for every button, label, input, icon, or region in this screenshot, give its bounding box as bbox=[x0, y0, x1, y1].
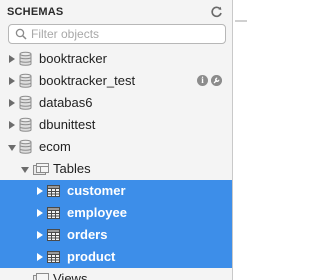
wrench-icon[interactable] bbox=[211, 75, 222, 86]
expand-arrow-icon[interactable] bbox=[9, 121, 15, 129]
schema-item-databas6[interactable]: databas6 bbox=[0, 92, 232, 114]
schemas-panel: SCHEMAS booktracker booktracker_test i bbox=[0, 0, 232, 280]
database-icon bbox=[19, 95, 32, 110]
expand-arrow-icon[interactable] bbox=[9, 99, 15, 107]
views-folder-icon bbox=[33, 273, 49, 280]
table-icon bbox=[47, 251, 60, 263]
database-icon bbox=[19, 73, 32, 88]
collapse-arrow-icon[interactable] bbox=[21, 167, 29, 173]
expand-arrow-icon[interactable] bbox=[9, 77, 15, 85]
table-label: product bbox=[67, 249, 116, 264]
table-item-employee[interactable]: employee bbox=[0, 202, 232, 224]
table-label: employee bbox=[67, 205, 127, 220]
database-icon bbox=[19, 51, 32, 66]
schema-label: databas6 bbox=[39, 95, 93, 110]
info-icon[interactable]: i bbox=[197, 75, 208, 86]
collapse-arrow-icon[interactable] bbox=[8, 145, 16, 151]
table-label: orders bbox=[67, 227, 108, 242]
folder-item-tables[interactable]: Tables bbox=[0, 158, 232, 180]
table-icon bbox=[47, 229, 60, 241]
search-icon bbox=[15, 28, 27, 40]
schema-item-ecom[interactable]: ecom bbox=[0, 136, 232, 158]
schema-label: dbunittest bbox=[39, 117, 96, 132]
panel-title: SCHEMAS bbox=[7, 6, 64, 18]
expand-arrow-icon[interactable] bbox=[37, 231, 43, 239]
table-item-customer[interactable]: customer bbox=[0, 180, 232, 202]
schema-label: ecom bbox=[39, 139, 71, 154]
schema-label: booktracker bbox=[39, 51, 107, 66]
folder-label: Tables bbox=[53, 161, 91, 176]
expand-arrow-icon[interactable] bbox=[37, 253, 43, 261]
schema-label: booktracker_test bbox=[39, 73, 136, 88]
table-icon bbox=[47, 185, 60, 197]
table-label: customer bbox=[67, 183, 126, 198]
schema-item-dbunittest[interactable]: dbunittest bbox=[0, 114, 232, 136]
table-icon bbox=[47, 207, 60, 219]
folder-label: Views bbox=[53, 271, 88, 280]
table-item-product[interactable]: product bbox=[0, 246, 232, 268]
refresh-icon[interactable] bbox=[210, 5, 223, 18]
tables-folder-icon bbox=[33, 163, 49, 175]
filter-objects-search[interactable] bbox=[8, 24, 226, 44]
schema-item-booktracker-test[interactable]: booktracker_test i bbox=[0, 70, 232, 92]
editor-edge bbox=[233, 0, 248, 280]
expand-arrow-icon[interactable] bbox=[9, 55, 15, 63]
filter-objects-input[interactable] bbox=[31, 26, 221, 42]
database-icon bbox=[19, 117, 32, 132]
table-item-orders[interactable]: orders bbox=[0, 224, 232, 246]
expand-arrow-icon[interactable] bbox=[37, 209, 43, 217]
folder-item-views[interactable]: Views bbox=[0, 268, 232, 280]
expand-arrow-icon[interactable] bbox=[37, 187, 43, 195]
schema-item-booktracker[interactable]: booktracker bbox=[0, 48, 232, 70]
database-icon bbox=[19, 139, 32, 154]
